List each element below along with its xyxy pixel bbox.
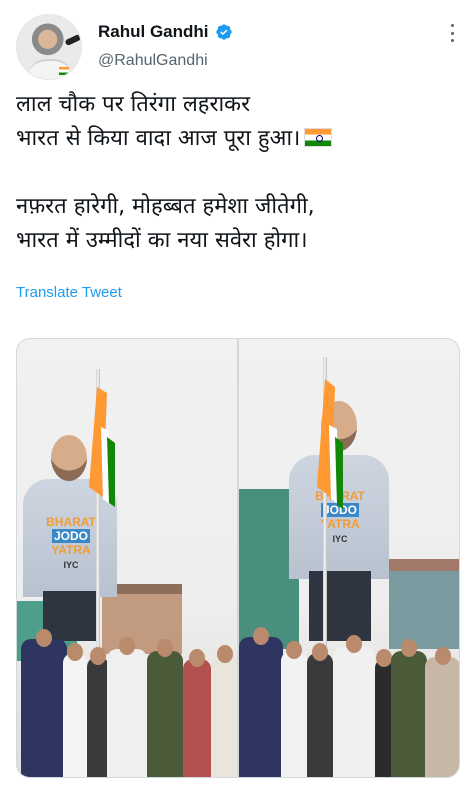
avatar-mic (64, 33, 81, 47)
tricolour-flag-icon (317, 379, 343, 509)
tweet-photo-1[interactable]: BHARAT JODO YATRA IYC (17, 339, 237, 777)
tweet-line-text: भारत से किया वादा आज पूरा हुआ। (16, 126, 301, 151)
person (21, 629, 67, 777)
banner-text: BHARAT JODO YATRA IYC (41, 515, 101, 572)
indian-flag-emoji-icon (304, 128, 333, 147)
person (307, 643, 333, 777)
tweet-header: Rahul Gandhi @RahulGandhi (16, 14, 458, 80)
person (107, 637, 147, 777)
banner-word: JODO (51, 529, 90, 543)
person (425, 647, 459, 777)
person (87, 647, 109, 777)
tweet-line: नफ़रत हारेगी, मोहब्बत हमेशा जीतेगी, (16, 194, 315, 219)
banner-word: IYC (332, 534, 348, 544)
person (391, 639, 427, 777)
person (183, 649, 211, 777)
crowd (239, 627, 459, 777)
tweet-line: लाल चौक पर तिरंगा लहराकर (16, 92, 251, 117)
tweet-line: भारत से किया वादा आज पूरा हुआ। (16, 122, 456, 156)
user-handle[interactable]: @RahulGandhi (98, 52, 208, 70)
tweet-line: भारत में उम्मीदों का नया सवेरा होगा। (16, 228, 308, 253)
avatar[interactable] (16, 14, 82, 80)
verified-badge-icon (215, 24, 232, 40)
building (389, 559, 459, 649)
tricolour-flag-icon (89, 387, 115, 507)
tweet-text: लाल चौक पर तिरंगा लहराकर भारत से किया वा… (16, 88, 456, 258)
more-options-icon[interactable] (448, 24, 456, 42)
person (147, 639, 183, 777)
banner-word: BHARAT (46, 515, 96, 529)
banner-word: IYC (63, 560, 79, 570)
media-grid: BHARAT JODO YATRA IYC BHARAT J (16, 338, 460, 778)
person (63, 643, 87, 777)
person (333, 635, 375, 777)
cutout-head (51, 435, 87, 481)
cutout-legs (309, 571, 371, 641)
display-name[interactable]: Rahul Gandhi (98, 22, 209, 42)
person (281, 641, 307, 777)
tweet-photo-2[interactable]: BHARAT JODO YATRA IYC (239, 339, 459, 777)
banner-word: YATRA (51, 543, 91, 557)
person (239, 627, 283, 777)
avatar-flag-pin (59, 67, 69, 75)
translate-tweet-link[interactable]: Translate Tweet (16, 284, 122, 301)
person (211, 645, 237, 777)
cutout-legs (43, 591, 99, 641)
name-row: Rahul Gandhi (98, 22, 233, 42)
crowd (17, 629, 237, 777)
